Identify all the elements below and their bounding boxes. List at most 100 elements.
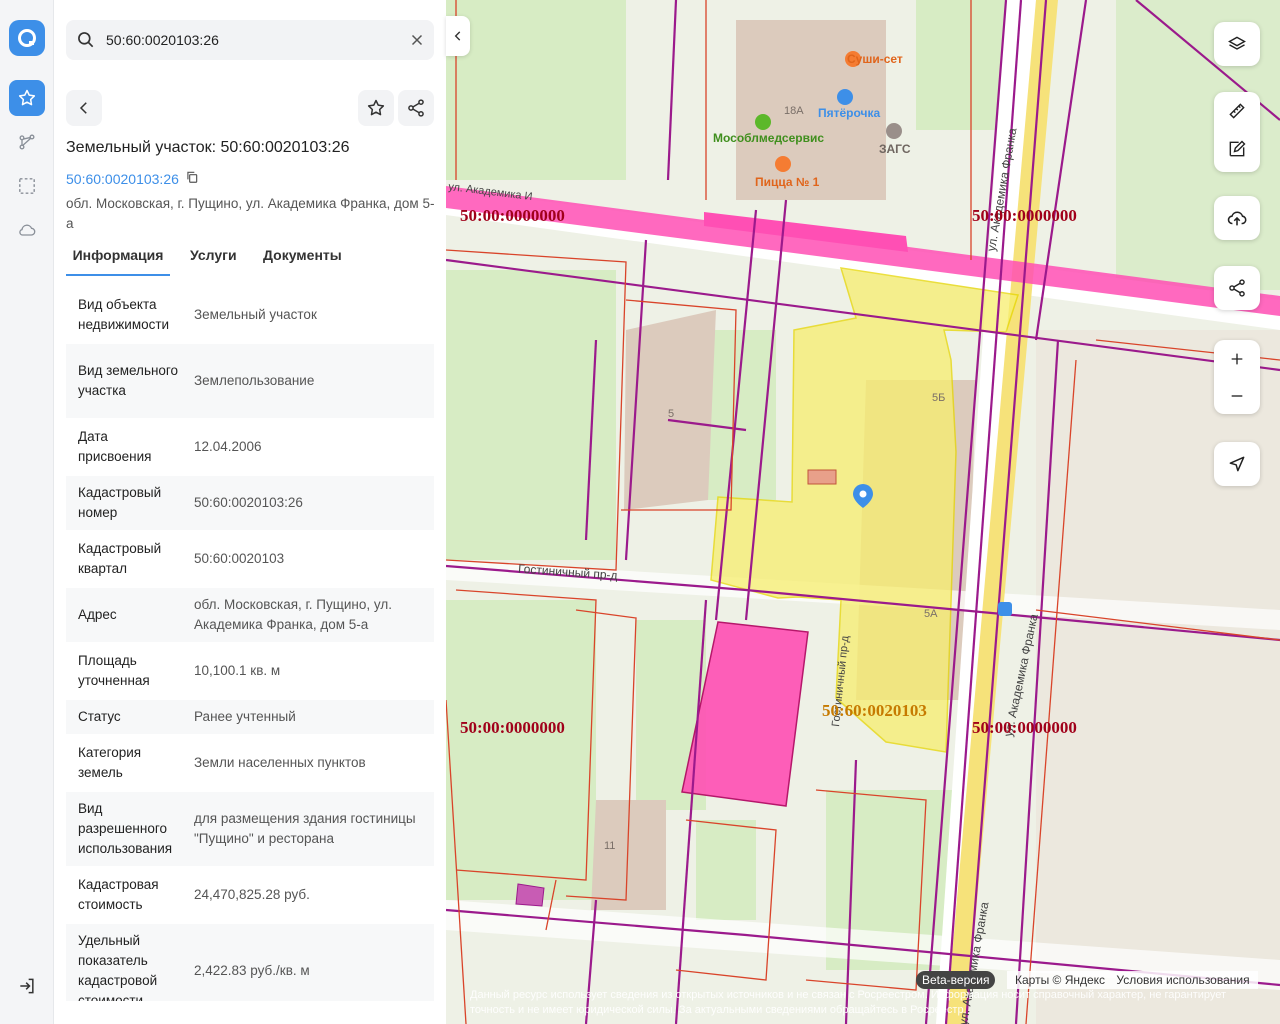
row-key: Вид разрешенного использования: [78, 801, 173, 856]
measure-tools: [1214, 92, 1260, 172]
info-table: Вид объекта недвижимости Земельный участо…: [66, 288, 434, 1001]
row-value: Земельный участок: [194, 307, 317, 322]
map-share-button[interactable]: [1214, 266, 1260, 310]
table-row: Вид разрешенного использования для размещ…: [66, 792, 434, 866]
poi-mosoblmed-label[interactable]: Мособлмедсервис: [713, 131, 824, 145]
poi-pyaterochka-label[interactable]: Пятёрочка: [818, 106, 880, 120]
collapse-panel-button[interactable]: [446, 16, 470, 56]
row-value: 50:60:0020103:26: [194, 495, 303, 510]
row-key: Кадастровая стоимость: [78, 877, 159, 912]
building-number: 18А: [784, 105, 804, 117]
cloud-icon[interactable]: [9, 212, 45, 248]
route-icon[interactable]: [9, 124, 45, 160]
bus-stop-icon[interactable]: [998, 602, 1012, 616]
row-key: Статус: [78, 709, 121, 724]
row-key: Категория земель: [78, 745, 142, 780]
cadastral-label: 50:00:0000000: [972, 718, 1077, 737]
poi-sushi-label[interactable]: Суши-сет: [847, 52, 903, 66]
row-value: 12.04.2006: [194, 439, 262, 454]
table-row: Кадастровый номер 50:60:0020103:26: [66, 476, 434, 530]
terms-link[interactable]: Условия использования: [1116, 973, 1249, 987]
app-logo-icon[interactable]: [9, 20, 45, 56]
zoom-in-icon[interactable]: [1214, 340, 1260, 377]
pizza-poi-icon[interactable]: [775, 156, 791, 172]
info-panel: Земельный участок: 50:60:0020103:26 50:6…: [54, 0, 446, 1024]
upload-button[interactable]: [1214, 196, 1260, 240]
row-key: Дата присвоения: [78, 429, 152, 464]
map-canvas[interactable]: Суши-сет Пятёрочка Мособлмедсервис ЗАГС …: [446, 0, 1280, 1024]
map-disclaimer: Данный ресурс использует сведения из отк…: [470, 989, 1227, 1016]
copy-icon[interactable]: [185, 170, 199, 187]
clear-search-icon[interactable]: [408, 31, 426, 54]
row-value: Землепользование: [194, 373, 315, 388]
row-key: Площадь уточненная: [78, 653, 150, 688]
map-attribution: Карты © Яндекс Условия использования: [1007, 971, 1258, 989]
cadastral-number-link[interactable]: 50:60:0020103:26: [66, 170, 199, 187]
zoom-out-icon[interactable]: [1214, 377, 1260, 414]
building-number: 5Б: [932, 392, 946, 404]
zoom-controls: [1214, 340, 1260, 414]
geolocate-button[interactable]: [1214, 442, 1260, 486]
beta-badge: Beta-версия: [916, 971, 996, 989]
cadastral-label: 50:00:0000000: [460, 206, 565, 225]
cadastral-label: 50:00:0000000: [460, 718, 565, 737]
table-row: Кадастровый квартал 50:60:0020103: [66, 532, 434, 586]
logout-icon[interactable]: [9, 968, 45, 1004]
cadastral-number-text[interactable]: 50:60:0020103:26: [66, 171, 179, 187]
poi-zags-label[interactable]: ЗАГС: [879, 142, 911, 156]
left-rail: [0, 0, 54, 1024]
row-value: Земли населенных пунктов: [194, 755, 366, 770]
cadastral-quarter-label: 50:60:0020103: [822, 701, 927, 720]
tabs: Информация Услуги Документы: [66, 240, 434, 276]
table-row: Кадастровая стоимость 24,470,825.28 руб.: [66, 868, 434, 922]
row-key: Кадастровый номер: [78, 485, 162, 520]
favorite-button[interactable]: [358, 90, 394, 126]
page-title: Земельный участок: 50:60:0020103:26: [66, 139, 350, 156]
table-row: Статус Ранее учтенный: [66, 700, 434, 734]
row-value: 24,470,825.28 руб.: [194, 887, 310, 902]
row-value: обл. Московская, г. Пущино, ул. Академик…: [194, 597, 392, 632]
shop-poi-icon[interactable]: [837, 89, 853, 105]
favorites-icon[interactable]: [9, 80, 45, 116]
row-value: 10,100.1 кв. м: [194, 663, 281, 678]
table-row: Площадь уточненная 10,100.1 кв. м: [66, 644, 434, 698]
row-value: 50:60:0020103: [194, 551, 285, 566]
poi-pizza-label[interactable]: Пицца № 1: [755, 175, 819, 189]
layers-icon[interactable]: [1214, 22, 1260, 66]
table-row: Адрес обл. Московская, г. Пущино, ул. Ака…: [66, 588, 434, 642]
search-box: [66, 20, 434, 60]
building-number: 11: [604, 840, 616, 852]
select-area-icon[interactable]: [9, 168, 45, 204]
edit-icon[interactable]: [1214, 130, 1260, 168]
layers-button[interactable]: [1214, 22, 1260, 66]
small-structure: [807, 469, 837, 485]
table-row: Вид объекта недвижимости Земельный участо…: [66, 288, 434, 342]
back-button[interactable]: [66, 90, 102, 126]
building-number: 5А: [924, 608, 938, 620]
search-input[interactable]: [106, 20, 396, 60]
table-row: Категория земель Земли населенных пунктов: [66, 736, 434, 790]
row-value: для размещения здания гостиницы "Пущино"…: [194, 811, 416, 846]
tab-documents[interactable]: Документы: [263, 240, 342, 276]
table-row: Дата присвоения 12.04.2006: [66, 420, 434, 474]
building-number: 5: [668, 408, 675, 420]
row-value: 2,422.83 руб./кв. м: [194, 963, 310, 978]
tab-services[interactable]: Услуги: [190, 240, 237, 276]
row-key: Адрес: [78, 607, 117, 622]
tab-information[interactable]: Информация: [66, 240, 170, 276]
row-key: Вид объекта недвижимости: [78, 297, 170, 332]
table-row: Вид земельного участка Землепользование: [66, 344, 434, 418]
cloud-upload-icon[interactable]: [1214, 196, 1260, 240]
registry-office-poi-icon[interactable]: [886, 123, 902, 139]
row-key: Удельный показатель кадастровой стоимост…: [78, 933, 158, 1001]
map-svg[interactable]: [446, 0, 1280, 1024]
yandex-copyright[interactable]: Карты © Яндекс: [1015, 973, 1105, 987]
navigation-arrow-icon[interactable]: [1214, 442, 1260, 486]
row-value: Ранее учтенный: [194, 709, 296, 724]
medical-poi-icon[interactable]: [755, 114, 771, 130]
share-icon[interactable]: [1214, 266, 1260, 310]
share-button[interactable]: [398, 90, 434, 126]
table-row: Удельный показатель кадастровой стоимост…: [66, 924, 434, 1001]
ruler-icon[interactable]: [1214, 92, 1260, 130]
row-key: Вид земельного участка: [78, 363, 179, 398]
